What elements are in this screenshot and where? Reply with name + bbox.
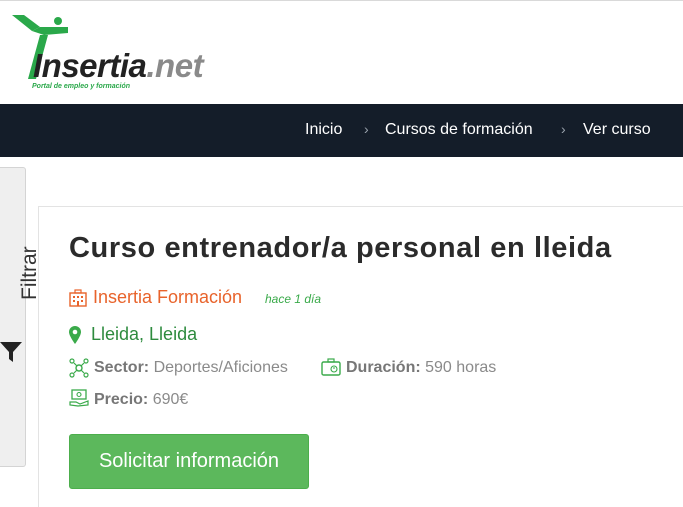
- building-icon: [69, 289, 87, 307]
- course-title: Curso entrenador/a personal en lleida: [69, 232, 612, 264]
- map-pin-icon: [69, 326, 81, 344]
- company-name-link[interactable]: Insertia Formación: [93, 287, 242, 308]
- logo-wordmark: Insertia.net: [33, 47, 204, 85]
- duration-detail: Duración: 590 horas: [346, 359, 496, 377]
- duration-value: 590 horas: [425, 359, 497, 376]
- briefcase-clock-icon: [321, 358, 341, 376]
- breadcrumb-cursos[interactable]: Cursos de formación: [385, 121, 533, 139]
- price-label: Precio:: [94, 391, 149, 408]
- posted-ago: hace 1 día: [265, 292, 322, 306]
- site-header: Insertia.net Portal de empleo y formació…: [0, 1, 683, 104]
- sector-label: Sector:: [94, 359, 150, 376]
- network-icon: [69, 358, 89, 378]
- logo-wordmark-suffix: .net: [146, 47, 204, 84]
- breadcrumb-ver-curso[interactable]: Ver curso: [583, 121, 651, 139]
- sector-value: Deportes/Aficiones: [153, 359, 288, 376]
- money-hand-icon: [69, 389, 89, 407]
- breadcrumb-bar: Inicio › Cursos de formación › Ver curso: [0, 104, 683, 157]
- filter-tab[interactable]: [0, 167, 26, 467]
- price-value: 690€: [152, 391, 189, 408]
- logo-wordmark-main: Insertia: [33, 47, 147, 84]
- breadcrumb-inicio[interactable]: Inicio: [305, 121, 342, 139]
- chevron-right-icon: ›: [561, 121, 566, 137]
- request-info-button[interactable]: Solicitar información: [69, 434, 309, 489]
- insertia-logo[interactable]: Insertia.net Portal de empleo y formació…: [10, 13, 230, 95]
- price-detail: Precio: 690€: [94, 391, 188, 409]
- funnel-icon: [0, 342, 22, 362]
- location-text: Lleida, Lleida: [91, 324, 198, 344]
- logo-tagline: Portal de empleo y formación: [32, 83, 131, 90]
- duration-label: Duración:: [346, 359, 421, 376]
- sector-detail: Sector: Deportes/Aficiones: [94, 359, 288, 377]
- chevron-right-icon: ›: [364, 121, 369, 137]
